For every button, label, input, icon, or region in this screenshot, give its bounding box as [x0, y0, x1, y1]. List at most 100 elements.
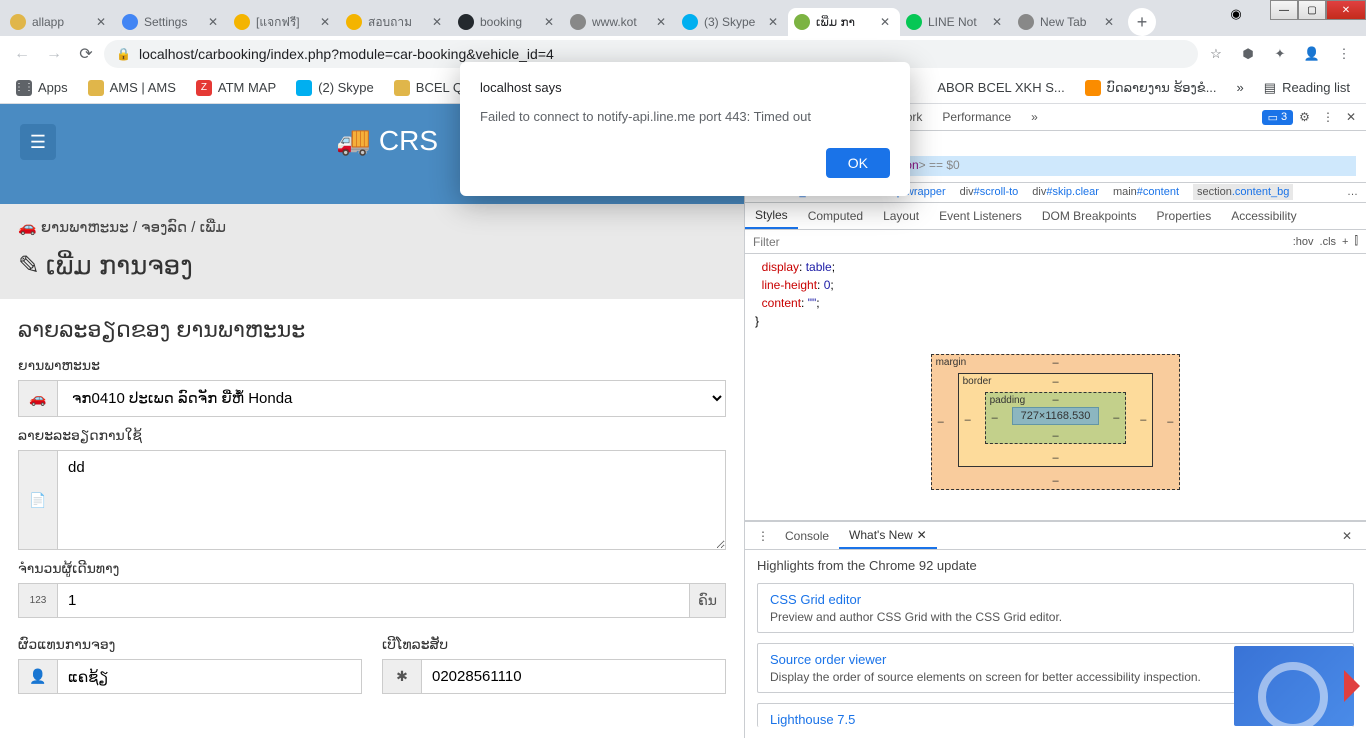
drawer-tab-console[interactable]: Console: [775, 522, 839, 549]
phone-input[interactable]: [422, 659, 726, 694]
devtools-tab-performance[interactable]: Performance: [932, 104, 1021, 130]
drawer-close-icon[interactable]: ✕: [1334, 529, 1360, 543]
passengers-unit: ຄົນ: [690, 583, 726, 618]
styles-tab[interactable]: DOM Breakpoints: [1032, 203, 1147, 229]
tab-close-icon[interactable]: ✕: [1104, 15, 1118, 29]
tab-close-icon[interactable]: ✕: [544, 15, 558, 29]
section-title: ລາຍລະອຽດຂອງ ຍານພາຫະນະ: [18, 317, 726, 343]
bookmark-item[interactable]: ABOR BCEL XKH S...: [929, 74, 1072, 102]
browser-tab[interactable]: Settings✕: [116, 8, 228, 36]
breadcrumb-seg[interactable]: ຍານພາຫະນະ: [41, 219, 129, 236]
tab-title: booking: [480, 15, 544, 29]
add-rule[interactable]: +: [1342, 236, 1348, 248]
bookmark-item[interactable]: ບົດລາຍງານ ຮ້ອງຂໍ...: [1077, 74, 1225, 102]
tab-title: [แจกฟรี]: [256, 13, 320, 32]
cls-toggle[interactable]: .cls: [1320, 236, 1337, 248]
tab-close-icon[interactable]: ✕: [880, 15, 894, 29]
tab-title: สอบถาม: [368, 13, 432, 32]
nav-back[interactable]: ←: [8, 40, 36, 68]
tab-close-icon[interactable]: ✕: [208, 15, 222, 29]
devtools-settings-icon[interactable]: ⚙: [1293, 110, 1316, 124]
browser-tab[interactable]: allapp✕: [4, 8, 116, 36]
panel-toggle-icon[interactable]: ⫿: [1354, 235, 1358, 248]
styles-tab[interactable]: Event Listeners: [929, 203, 1032, 229]
extensions-icon[interactable]: ✦: [1266, 40, 1294, 68]
devtools-close-icon[interactable]: ✕: [1340, 110, 1362, 124]
nav-forward[interactable]: →: [40, 40, 68, 68]
css-rules[interactable]: display: table; line-height: 0; content:…: [745, 254, 1366, 334]
owner-input[interactable]: [58, 659, 362, 694]
drawer-tab-whatsnew[interactable]: What's New ✕: [839, 522, 937, 549]
vehicle-addon-icon: 🚗: [18, 380, 58, 417]
whatsnew-card[interactable]: CSS Grid editor Preview and author CSS G…: [757, 583, 1354, 633]
window-close[interactable]: ✕: [1326, 0, 1366, 20]
tab-title: LINE Not: [928, 15, 992, 29]
chrome-menu-icon[interactable]: ⋮: [1330, 40, 1358, 68]
tab-close-icon[interactable]: ✕: [768, 15, 782, 29]
dialog-title: localhost says: [480, 80, 890, 95]
nav-reload[interactable]: ⟳: [72, 40, 100, 68]
detail-textarea[interactable]: dd: [58, 450, 726, 550]
breadcrumb: 🚗 ຍານພາຫະນະ / ຈອງລົດ / ເພີ່ມ: [0, 204, 744, 250]
profile-avatar-icon[interactable]: 👤: [1298, 40, 1326, 68]
edit-icon: ✎: [18, 250, 40, 281]
browser-tab[interactable]: (3) Skype✕: [676, 8, 788, 36]
chrome-profile-icon[interactable]: ◉: [1222, 0, 1250, 28]
js-alert-dialog: localhost says Failed to connect to noti…: [460, 62, 910, 196]
styles-tab[interactable]: Accessibility: [1221, 203, 1306, 229]
window-maximize[interactable]: ▢: [1298, 0, 1326, 20]
drawer-more-icon[interactable]: ⋮: [751, 529, 775, 543]
reading-list[interactable]: ▤Reading list: [1256, 74, 1358, 102]
tab-title: ເພີ່ມ ກາ: [816, 15, 880, 29]
highlights-title: Highlights from the Chrome 92 update: [757, 558, 1354, 573]
browser-tab[interactable]: www.kot✕: [564, 8, 676, 36]
video-thumbnail[interactable]: [1234, 646, 1354, 726]
tab-close-icon[interactable]: ✕: [432, 15, 446, 29]
styles-tab[interactable]: Styles: [745, 203, 798, 229]
box-model: margin – border – padding – 727×1168.530…: [745, 334, 1366, 520]
styles-tab[interactable]: Properties: [1147, 203, 1222, 229]
star-icon[interactable]: ☆: [1202, 40, 1230, 68]
bookmark-item[interactable]: (2) Skype: [288, 74, 382, 102]
tab-title: allapp: [32, 15, 96, 29]
user-addon-icon: 👤: [18, 659, 58, 694]
hamburger-menu[interactable]: ☰: [20, 124, 56, 160]
styles-tab[interactable]: Computed: [798, 203, 873, 229]
browser-tab[interactable]: สอบถาม✕: [340, 8, 452, 36]
breadcrumb-seg[interactable]: ຈອງລົດ: [141, 219, 187, 236]
truck-icon: 🚚: [336, 124, 371, 157]
lock-icon: 🔒: [116, 47, 131, 61]
apps-shortcut[interactable]: ⋮⋮Apps: [8, 74, 76, 102]
tab-favicon: [682, 14, 698, 30]
browser-tab[interactable]: [แจกฟรี] ✕: [228, 8, 340, 36]
tab-close-icon[interactable]: ✕: [96, 15, 110, 29]
phone-addon-icon: ✱: [382, 659, 422, 694]
devtools-issues-badge[interactable]: ▭ 3: [1262, 110, 1294, 125]
extension-cube-icon[interactable]: ⬢: [1234, 40, 1262, 68]
dialog-ok-button[interactable]: OK: [826, 148, 890, 178]
tab-favicon: [794, 14, 810, 30]
bookmark-item[interactable]: AMS | AMS: [80, 74, 184, 102]
detail-label: ລາຍະລະອຽດການໃຊ້: [18, 427, 726, 444]
devtools-tab-more[interactable]: »: [1021, 104, 1048, 130]
styles-tab[interactable]: Layout: [873, 203, 929, 229]
window-minimize[interactable]: —: [1270, 0, 1298, 20]
browser-tab[interactable]: LINE Not✕: [900, 8, 1012, 36]
tab-close-icon[interactable]: ✕: [320, 15, 334, 29]
browser-tab[interactable]: booking✕: [452, 8, 564, 36]
tab-close-icon[interactable]: ✕: [992, 15, 1006, 29]
styles-filter-input[interactable]: [753, 235, 1287, 249]
hov-toggle[interactable]: :hov: [1293, 236, 1314, 248]
browser-tab[interactable]: ເພີ່ມ ກາ✕: [788, 8, 900, 36]
new-tab-button[interactable]: +: [1128, 8, 1156, 36]
devtools-more-icon[interactable]: ⋮: [1316, 110, 1340, 124]
bookmark-item[interactable]: ZATM MAP: [188, 74, 284, 102]
vehicle-select[interactable]: ຈກ0410 ປະເພດ ລົດຈັກ ຍີ່ຫໍ້ Honda: [58, 380, 726, 417]
tab-favicon: [346, 14, 362, 30]
bookmarks-overflow[interactable]: »: [1229, 74, 1252, 102]
phone-label: ເບີໂທລະສັບ: [382, 636, 726, 653]
passengers-label: ຈຳນວນຜູ້ເດີນທາງ: [18, 560, 726, 577]
browser-tab[interactable]: New Tab✕: [1012, 8, 1124, 36]
tab-close-icon[interactable]: ✕: [656, 15, 670, 29]
passengers-input[interactable]: [58, 583, 690, 618]
